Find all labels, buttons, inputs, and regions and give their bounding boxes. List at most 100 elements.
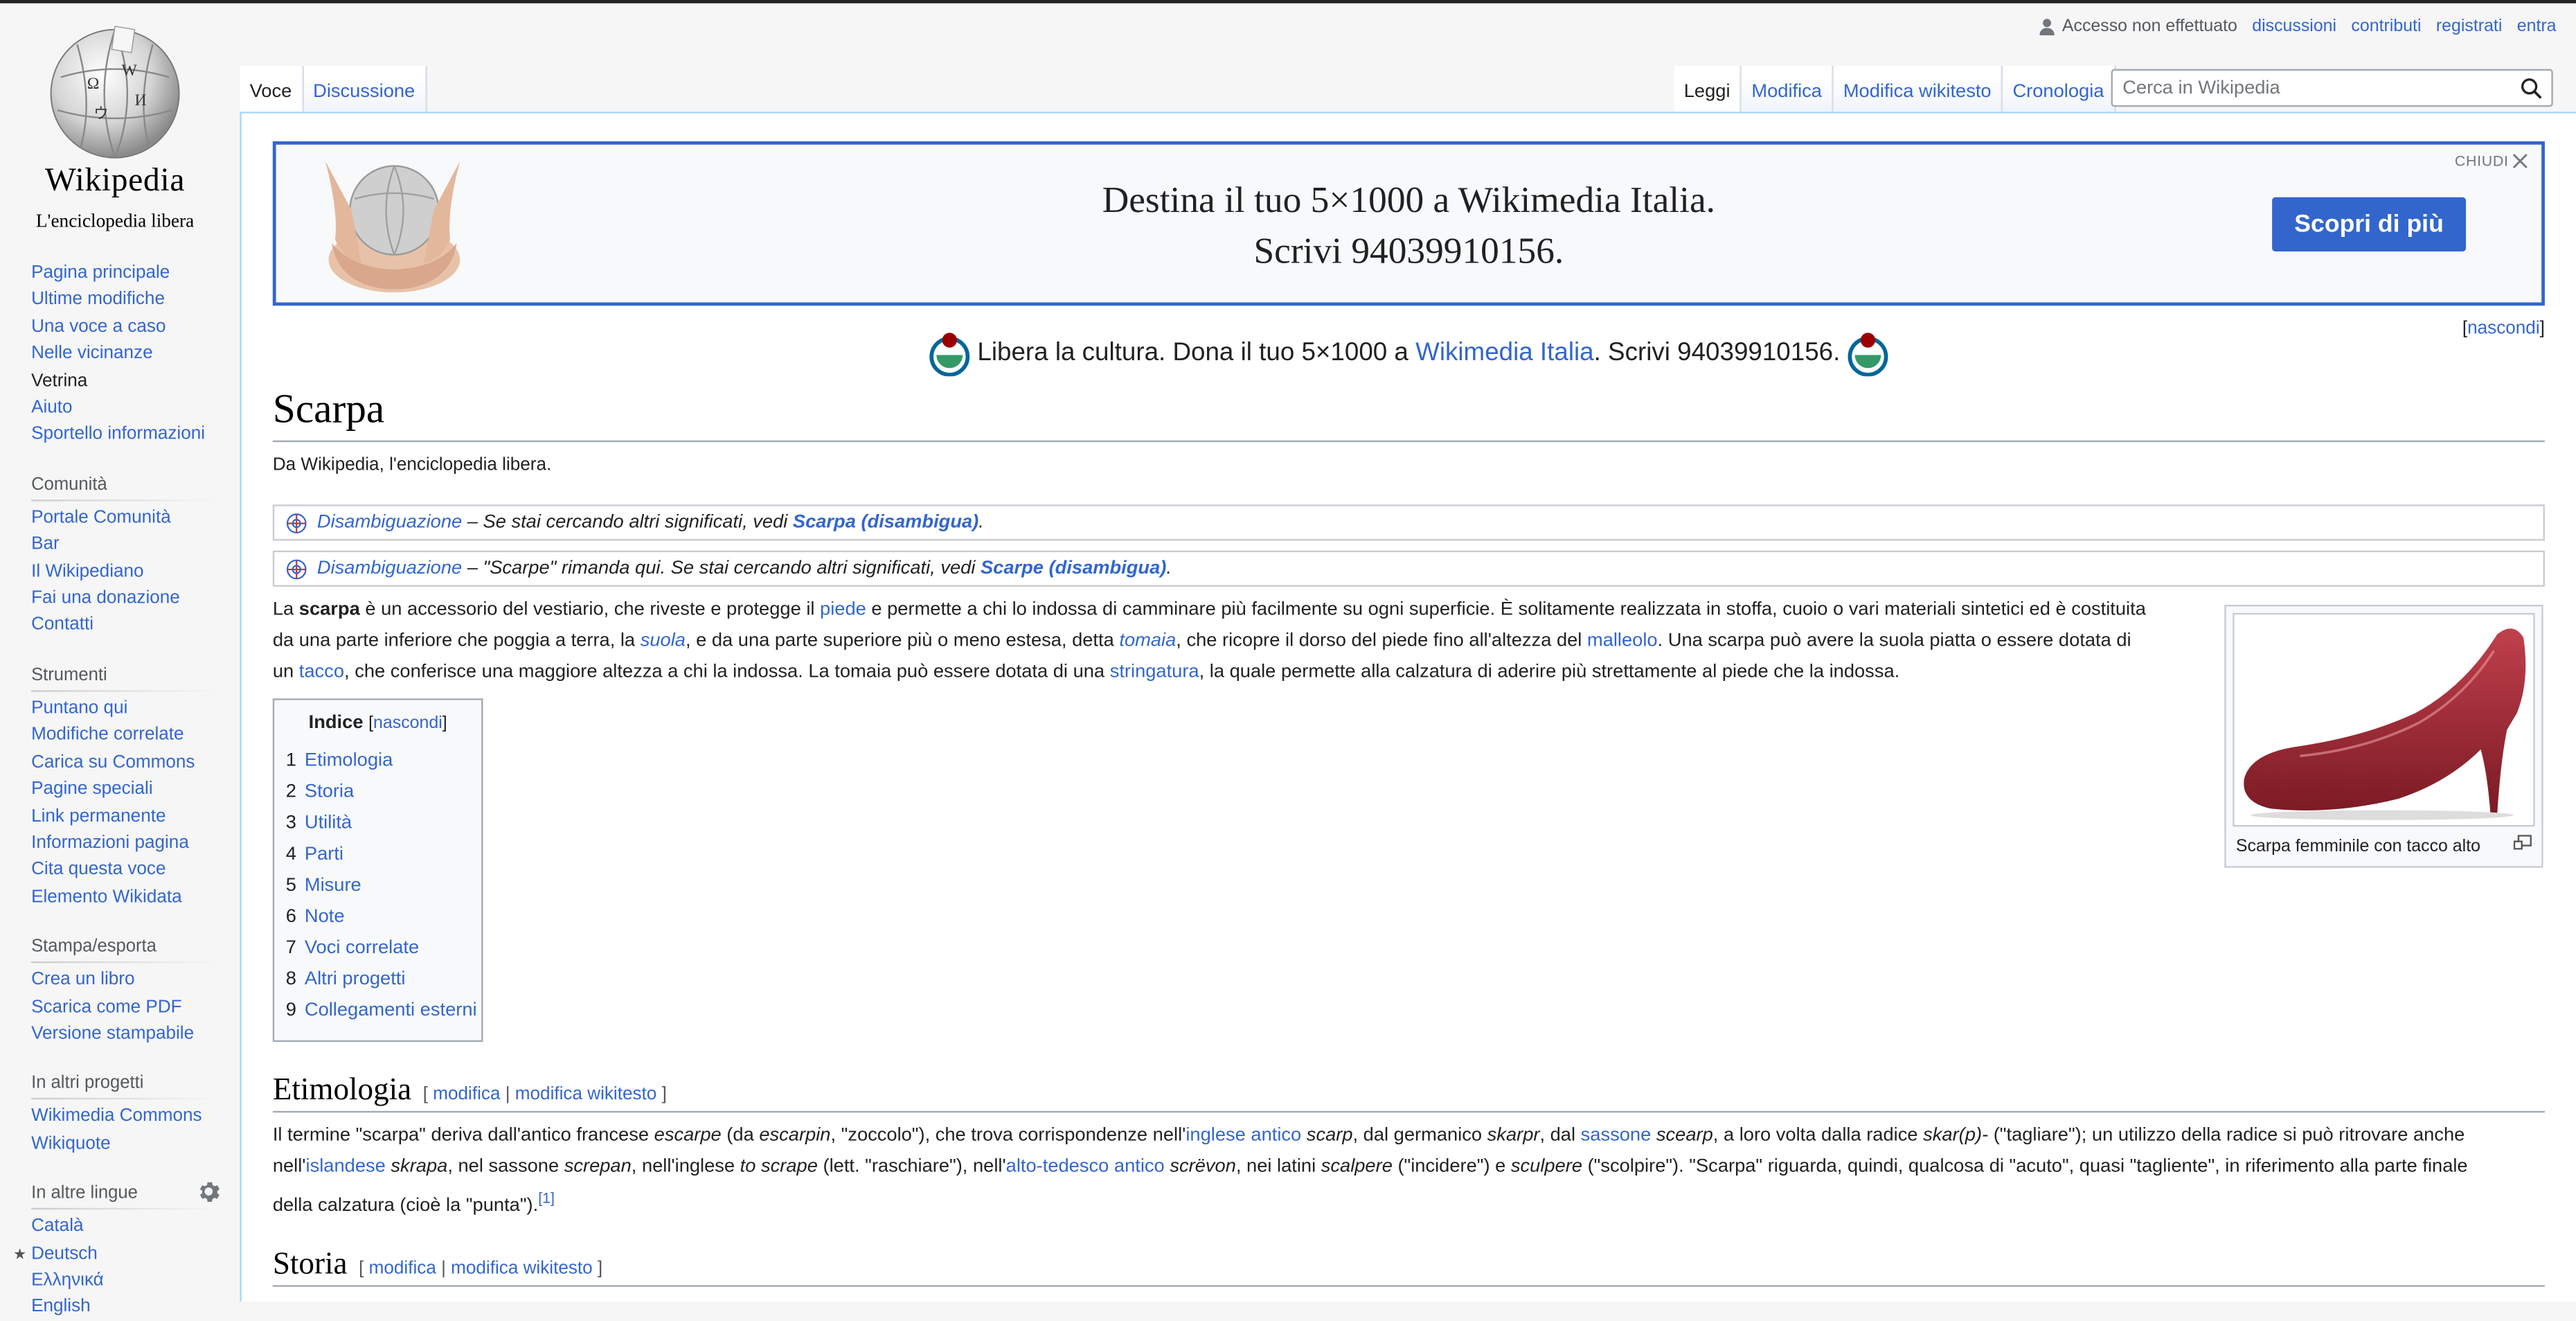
toc-label: Altri progetti — [304, 969, 406, 990]
text: , dal germanico — [1352, 1126, 1487, 1146]
toc-number: 4 — [285, 844, 297, 865]
sidebar-item-upload-commons[interactable]: Carica su Commons — [31, 749, 215, 776]
sidebar-item-printable[interactable]: Versione stampabile — [31, 1020, 215, 1047]
link-alto-tedesco-antico[interactable]: alto-tedesco antico — [1006, 1157, 1165, 1176]
site-notice-before: Libera la cultura. Dona il tuo 5×1000 a — [977, 338, 1416, 367]
banner-close-button[interactable]: CHIUDI — [2455, 153, 2528, 169]
tab-read[interactable]: Leggi — [1674, 65, 1742, 112]
disambiguation-target-link[interactable]: Scarpa (disambigua) — [793, 513, 978, 532]
link-sassone[interactable]: sassone — [1581, 1126, 1652, 1145]
italic-term: screpan — [564, 1156, 632, 1177]
toc-item[interactable]: 5 Misure — [286, 871, 477, 902]
wikipedia-logo[interactable]: Ω W И ウ Wikipedia L'enciclopedia libera — [23, 19, 207, 232]
toc-item[interactable]: 7 Voci correlate — [286, 934, 477, 965]
separator: | — [436, 1259, 451, 1279]
section-heading-label: Storia — [272, 1247, 348, 1282]
sidebar-item-random[interactable]: Una voce a caso — [31, 314, 215, 341]
search-icon[interactable] — [2520, 78, 2543, 100]
sidebar-lang-english[interactable]: English — [31, 1294, 215, 1321]
disambiguation-link[interactable]: Disambiguazione — [317, 559, 462, 578]
toc-item[interactable]: 3 Utilità — [286, 808, 477, 840]
disambiguation-end: . — [978, 513, 984, 533]
sidebar-nav: Pagina principale Ultime modifiche Una v… — [31, 260, 215, 448]
sidebar-lang-catala[interactable]: Català — [31, 1213, 215, 1240]
tab-history[interactable]: Cronologia — [2003, 65, 2116, 112]
disambiguation-link[interactable]: Disambiguazione — [317, 513, 462, 532]
toc-item[interactable]: 2 Storia — [286, 777, 477, 808]
section-edit-link[interactable]: modifica — [369, 1259, 436, 1278]
sidebar-item-cite[interactable]: Cita questa voce — [31, 857, 215, 884]
personal-login-link[interactable]: entra — [2517, 17, 2557, 36]
star-icon: ★ — [12, 1245, 27, 1262]
tab-edit-source[interactable]: Modifica wikitesto — [1833, 65, 2003, 112]
site-notice-hide[interactable]: [nascondi] — [2462, 319, 2545, 338]
sidebar-item-what-links-here[interactable]: Puntano qui — [31, 695, 215, 722]
personal-contributions-link[interactable]: contributi — [2351, 17, 2421, 36]
toc-label: Utilità — [304, 813, 352, 833]
toc-item[interactable]: 9 Collegamenti esterni — [286, 996, 477, 1027]
link-inglese-antico[interactable]: inglese antico — [1186, 1126, 1301, 1145]
sidebar-item-help[interactable]: Aiuto — [31, 394, 215, 421]
sidebar-item-wikiquote[interactable]: Wikiquote — [31, 1131, 215, 1158]
link-islandese[interactable]: islandese — [306, 1157, 386, 1176]
sidebar-item-create-book[interactable]: Crea un libro — [31, 966, 215, 993]
sidebar-item-nearby[interactable]: Nelle vicinanze — [31, 341, 215, 368]
toc-hide-label: nascondi — [373, 713, 442, 734]
shoe-image[interactable] — [2233, 612, 2535, 827]
sidebar-item-featured[interactable]: Vetrina — [31, 368, 215, 395]
sidebar-item-commons[interactable]: Wikimedia Commons — [31, 1103, 215, 1131]
learn-more-button[interactable]: Scopri di più — [2272, 197, 2467, 251]
toc-item[interactable]: 4 Parti — [286, 840, 477, 871]
section-edit-link[interactable]: modifica — [433, 1085, 500, 1104]
sidebar-heading-projects: In altri progetti — [31, 1074, 220, 1100]
toc-item[interactable]: 8 Altri progetti — [286, 965, 477, 996]
section-edit-source-link[interactable]: modifica wikitesto — [451, 1259, 593, 1278]
sidebar-item-community-portal[interactable]: Portale Comunità — [31, 504, 215, 531]
section-edit-source-link[interactable]: modifica wikitesto — [515, 1085, 657, 1104]
tab-discussion[interactable]: Discussione — [303, 65, 427, 112]
sidebar-lang-deutsch[interactable]: ★ Deutsch — [13, 1240, 215, 1267]
sidebar-item-permalink[interactable]: Link permanente — [31, 803, 215, 830]
gear-icon[interactable] — [197, 1180, 220, 1203]
link-tomaia[interactable]: tomaia — [1119, 631, 1176, 650]
sidebar-item-wikipediano[interactable]: Il Wikipediano — [31, 558, 215, 585]
link-stringatura[interactable]: stringatura — [1110, 662, 1199, 681]
sidebar-item-contacts[interactable]: Contatti — [31, 612, 215, 639]
text: è un accessorio del vestiario, che rives… — [359, 599, 821, 620]
personal-register-link[interactable]: registrati — [2436, 17, 2503, 36]
personal-talk-link[interactable]: discussioni — [2252, 17, 2336, 36]
sidebar-item-special-pages[interactable]: Pagine speciali — [31, 776, 215, 803]
reference-link[interactable]: [1] — [538, 1189, 555, 1206]
toc-item[interactable]: 1 Etimologia — [286, 746, 477, 777]
sidebar-item-related-changes[interactable]: Modifiche correlate — [31, 722, 215, 749]
section-heading-label: Etimologia — [272, 1073, 412, 1108]
wikimedia-italia-link[interactable]: Wikimedia Italia — [1415, 339, 1593, 366]
tab-edit[interactable]: Modifica — [1742, 65, 1834, 112]
etimologia-paragraph: Il termine "scarpa" deriva dall'antico f… — [273, 1121, 2545, 1221]
link-piede[interactable]: piede — [820, 600, 866, 619]
link-tacco[interactable]: tacco — [299, 662, 344, 681]
sidebar-lang-greek[interactable]: Ελληνικά — [31, 1267, 215, 1294]
sidebar-item-wikidata[interactable]: Elemento Wikidata — [31, 884, 215, 911]
text: , la quale permette alla calzatura di ad… — [1199, 662, 1900, 682]
toc-item[interactable]: 6 Note — [286, 902, 477, 933]
sidebar-item-download-pdf[interactable]: Scarica come PDF — [31, 993, 215, 1020]
disambiguation-target-link[interactable]: Scarpe (disambigua) — [981, 559, 1166, 578]
search-input[interactable] — [2112, 71, 2527, 105]
link-malleolo[interactable]: malleolo — [1587, 631, 1658, 650]
link-suola[interactable]: suola — [641, 631, 686, 650]
banner-line-2: Scrivi 94039910156. — [1253, 230, 1564, 272]
sidebar-item-recent-changes[interactable]: Ultime modifiche — [31, 287, 215, 314]
toc-title: Indice [nascondi] — [274, 713, 481, 733]
enlarge-icon[interactable] — [2513, 835, 2532, 850]
sidebar-item-main-page[interactable]: Pagina principale — [31, 260, 215, 287]
sidebar-item-info-desk[interactable]: Sportello informazioni — [31, 421, 215, 448]
sidebar-item-bar[interactable]: Bar — [31, 531, 215, 558]
sidebar-item-donate[interactable]: Fai una donazione — [31, 585, 215, 612]
sidebar-item-page-info[interactable]: Informazioni pagina — [31, 830, 215, 857]
text — [386, 1157, 391, 1176]
tab-article[interactable]: Voce — [240, 65, 303, 112]
toc-number: 2 — [285, 782, 297, 802]
section-heading-storia: Storia [ modifica | modifica wikitesto ] — [273, 1248, 602, 1284]
toc-hide-toggle[interactable]: [nascondi] — [368, 713, 447, 733]
